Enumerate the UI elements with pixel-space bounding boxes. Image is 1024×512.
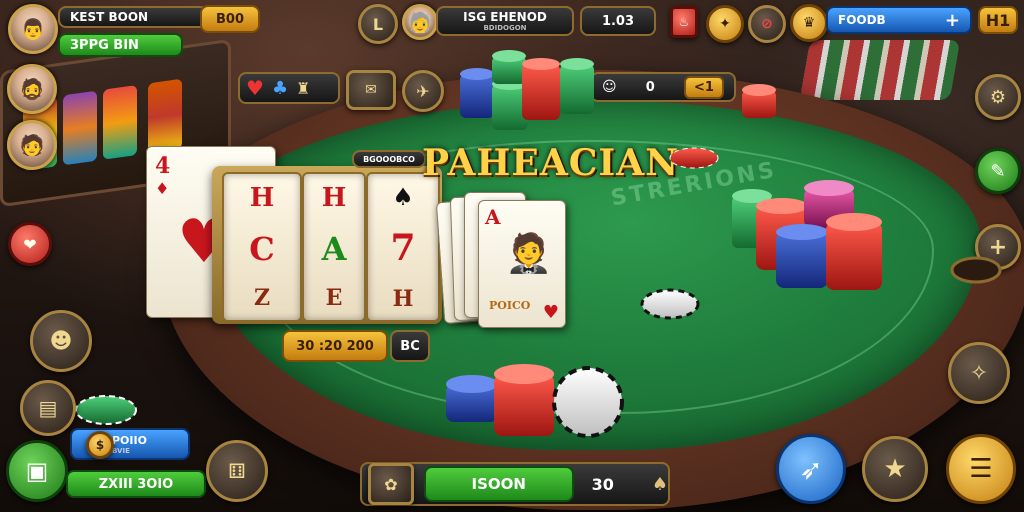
cards-icon: ▤ — [38, 396, 58, 420]
chip — [75, 395, 137, 425]
play-button[interactable]: ➶ — [776, 434, 846, 504]
chip-stack — [446, 375, 498, 422]
chip-stack — [826, 213, 882, 290]
action-label: ISOON — [471, 475, 526, 493]
face-icon: ☻ — [49, 328, 73, 354]
bottom-action-bar: ✿ ISOON 30 ♠ — [360, 462, 670, 506]
spade-icon[interactable]: ♠ — [652, 474, 668, 495]
chip-icon-button[interactable]: ✿ — [368, 463, 414, 505]
wallet-button[interactable]: ▣ — [6, 440, 68, 502]
chip-stack — [492, 50, 526, 84]
star-button[interactable]: ★ — [862, 436, 928, 502]
arrow-icon: ➶ — [799, 452, 823, 486]
chip — [552, 366, 624, 438]
wallet-icon: ▣ — [25, 457, 49, 485]
promo-sub: BVIE — [112, 446, 130, 455]
star-icon: ★ — [883, 454, 907, 484]
action-button[interactable]: ISOON — [423, 466, 574, 502]
bet-count: 30 — [591, 474, 614, 494]
chip — [669, 147, 719, 169]
chip-stack — [560, 58, 594, 114]
chip-stack — [460, 68, 494, 118]
menu-grid-button[interactable]: ⚅ — [206, 440, 268, 502]
coin-icon: $ — [86, 431, 114, 459]
cup-holder — [950, 256, 1002, 284]
chip-icon: ✿ — [384, 474, 398, 494]
chip-stack — [522, 58, 560, 120]
chip-stack — [494, 364, 554, 436]
chip-stack — [742, 84, 776, 118]
menu-icon: ☰ — [969, 454, 993, 484]
menu-button[interactable]: ☰ — [946, 434, 1016, 504]
promo-label: POIIO — [112, 433, 147, 447]
card-deck-button[interactable]: ▤ — [20, 380, 76, 436]
emote-button[interactable]: ☻ — [30, 310, 92, 372]
grid-icon: ⚅ — [228, 459, 246, 483]
chip-stack — [776, 224, 828, 288]
bottom-left-value: ZXIII 3OIO — [98, 476, 174, 492]
bottom-left-bar: ZXIII 3OIO — [66, 470, 206, 498]
chip — [640, 288, 700, 320]
